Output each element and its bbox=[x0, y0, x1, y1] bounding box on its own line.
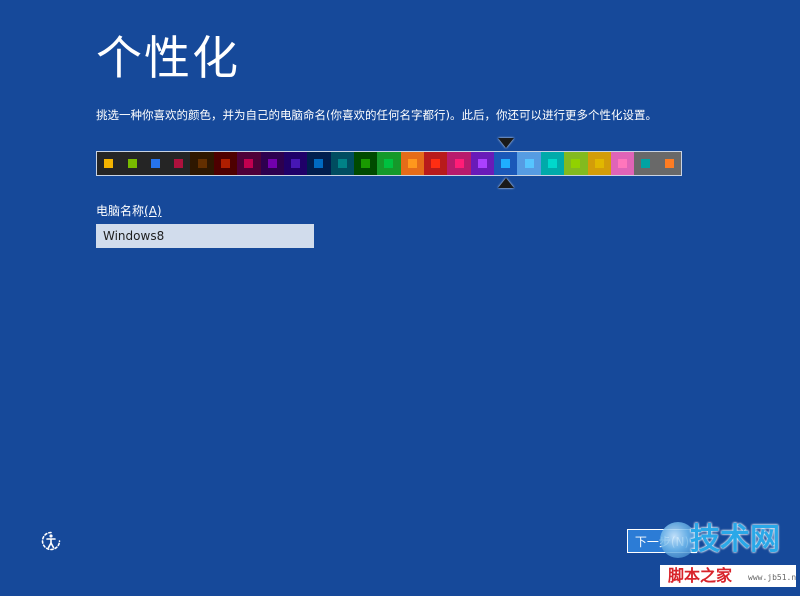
color-swatch-2[interactable] bbox=[120, 152, 144, 175]
computer-name-label-text: 电脑名称 bbox=[96, 204, 145, 218]
color-swatch-9[interactable] bbox=[283, 152, 308, 175]
color-swatch-dot bbox=[548, 159, 557, 168]
color-swatch-dot bbox=[641, 159, 651, 168]
color-swatch-12[interactable] bbox=[353, 152, 378, 175]
color-swatch-20[interactable] bbox=[540, 152, 565, 175]
color-swatch-22[interactable] bbox=[587, 152, 611, 175]
color-swatch-25[interactable] bbox=[657, 152, 681, 175]
color-swatch-dot bbox=[314, 159, 324, 168]
computer-name-accelerator: (A) bbox=[144, 204, 162, 218]
color-swatch-1[interactable] bbox=[97, 152, 121, 175]
color-swatch-dot bbox=[174, 159, 184, 168]
selected-color-marker-bottom bbox=[497, 178, 514, 188]
next-button[interactable]: 下一步(N) bbox=[627, 529, 697, 553]
ease-of-access-icon bbox=[41, 531, 61, 551]
instruction-text: 挑选一种你喜欢的颜色，并为自己的电脑命名(你喜欢的任何名字都行)。此后，你还可以… bbox=[96, 108, 657, 122]
color-swatch-dot bbox=[337, 159, 347, 168]
color-strip bbox=[96, 151, 682, 176]
color-swatch-dot bbox=[127, 159, 137, 168]
computer-name-label: 电脑名称(A) bbox=[96, 203, 162, 219]
watermark-brand: 技术网 bbox=[690, 522, 780, 557]
color-swatch-3[interactable] bbox=[143, 152, 168, 175]
color-swatch-23[interactable] bbox=[610, 152, 635, 175]
color-swatch-dot bbox=[618, 159, 628, 168]
color-swatch-14[interactable] bbox=[400, 152, 425, 175]
color-swatch-dot bbox=[104, 159, 114, 168]
color-swatch-dot bbox=[571, 159, 581, 168]
color-swatch-17[interactable] bbox=[470, 152, 495, 175]
color-swatch-dot bbox=[664, 159, 674, 168]
color-swatch-8[interactable] bbox=[260, 152, 284, 175]
color-swatch-5[interactable] bbox=[190, 152, 214, 175]
color-swatch-11[interactable] bbox=[330, 152, 354, 175]
color-swatch-dot bbox=[477, 159, 487, 168]
color-swatch-16[interactable] bbox=[447, 152, 471, 175]
color-swatch-dot bbox=[524, 159, 534, 168]
color-swatch-dot bbox=[454, 159, 464, 168]
color-swatch-dot bbox=[244, 159, 254, 168]
color-swatch-dot bbox=[501, 159, 511, 168]
color-swatch-dot bbox=[150, 159, 160, 168]
color-swatch-15[interactable] bbox=[424, 152, 448, 175]
color-swatch-4[interactable] bbox=[167, 152, 191, 175]
color-swatch-dot bbox=[220, 159, 230, 168]
page-title: 个性化 bbox=[96, 31, 240, 85]
color-swatch-24[interactable] bbox=[634, 152, 658, 175]
color-swatch-dot bbox=[407, 159, 417, 168]
color-swatch-dot bbox=[291, 159, 301, 168]
selected-color-marker-top bbox=[497, 138, 514, 148]
color-swatch-dot bbox=[431, 159, 441, 168]
color-swatch-21[interactable] bbox=[564, 152, 588, 175]
watermark-url: www.jb51.net bbox=[748, 573, 796, 582]
color-swatch-dot bbox=[197, 159, 207, 168]
color-swatch-dot bbox=[361, 159, 371, 168]
color-swatch-dot bbox=[267, 159, 277, 168]
color-swatch-18[interactable] bbox=[494, 152, 518, 175]
watermark-bottom-bar: 脚本之家 www.jb51.net bbox=[660, 565, 796, 587]
ease-of-access-button[interactable] bbox=[38, 528, 64, 554]
computer-name-input[interactable] bbox=[96, 224, 314, 248]
color-swatch-13[interactable] bbox=[377, 152, 401, 175]
color-swatch-6[interactable] bbox=[213, 152, 238, 175]
color-swatch-7[interactable] bbox=[237, 152, 261, 175]
color-swatch-dot bbox=[384, 159, 394, 168]
color-swatch-19[interactable] bbox=[517, 152, 541, 175]
color-swatch-10[interactable] bbox=[307, 152, 331, 175]
color-swatch-dot bbox=[594, 159, 604, 168]
watermark-sub: 脚本之家 bbox=[668, 566, 733, 585]
